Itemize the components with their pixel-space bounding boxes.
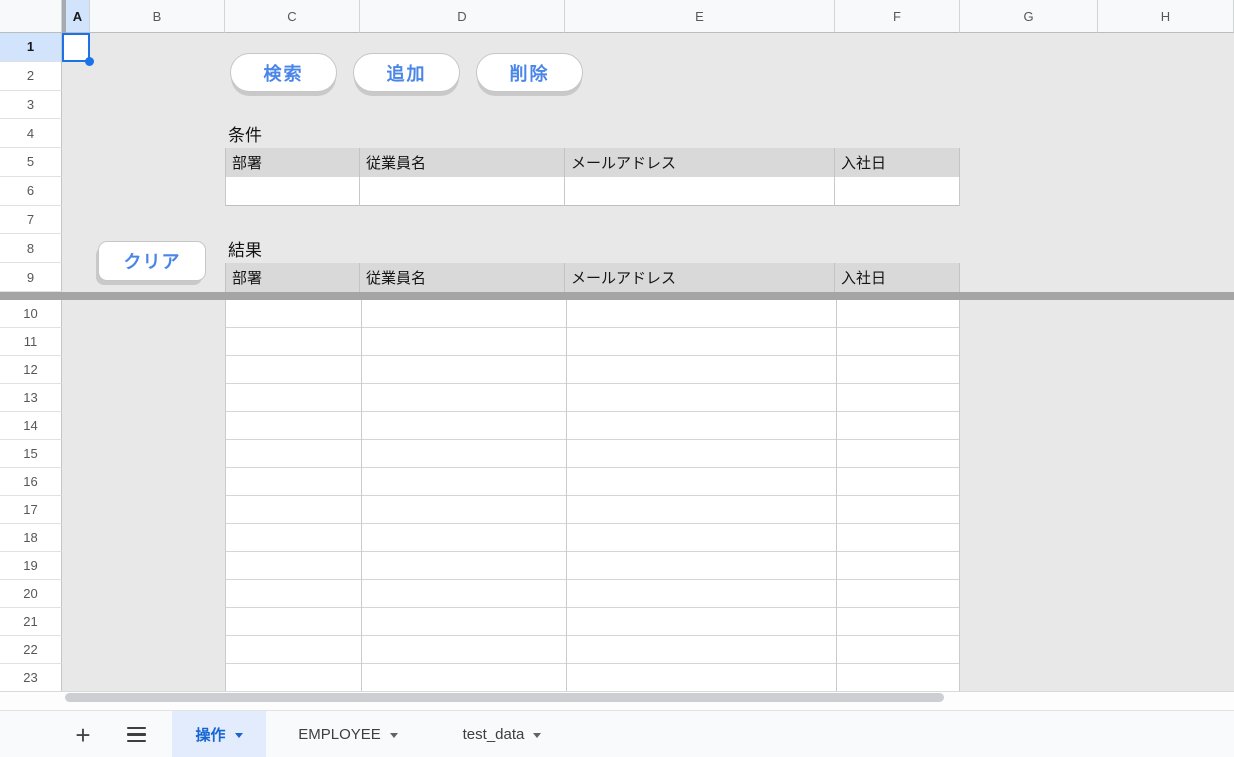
row-header-20[interactable]: 20 bbox=[0, 579, 62, 608]
chevron-down-icon bbox=[389, 733, 398, 738]
row-header-9[interactable]: 9 bbox=[0, 263, 62, 292]
sheet-tab-label: EMPLOYEE bbox=[298, 726, 381, 743]
row-header-22[interactable]: 22 bbox=[0, 635, 62, 664]
result-grid-row[interactable] bbox=[226, 607, 959, 636]
row-header-15[interactable]: 15 bbox=[0, 439, 62, 468]
row-header-21[interactable]: 21 bbox=[0, 607, 62, 636]
result-header-email-address[interactable]: メールアドレス bbox=[565, 263, 835, 292]
result-grid-row[interactable] bbox=[226, 523, 959, 552]
result-grid-row[interactable] bbox=[226, 635, 959, 664]
chevron-down-icon bbox=[234, 733, 243, 738]
plus-icon: + bbox=[75, 719, 91, 750]
add-sheet-button[interactable]: + bbox=[68, 711, 98, 757]
column-header-c[interactable]: C bbox=[225, 0, 360, 33]
result-grid-row[interactable] bbox=[226, 355, 959, 384]
sheet-tab-label: test_data bbox=[462, 726, 525, 743]
row-header-13[interactable]: 13 bbox=[0, 383, 62, 412]
horizontal-scrollbar-thumb[interactable] bbox=[65, 693, 944, 702]
column-header-g[interactable]: G bbox=[960, 0, 1098, 33]
search-button[interactable]: 検索 bbox=[230, 53, 337, 92]
sheet-tab-operation[interactable]: 操作 bbox=[172, 711, 266, 757]
row-header-23[interactable]: 23 bbox=[0, 663, 62, 692]
condition-input-email-address[interactable] bbox=[565, 177, 835, 206]
header-grip-divider bbox=[62, 0, 66, 33]
result-header-employee-name[interactable]: 従業員名 bbox=[360, 263, 565, 292]
clear-button[interactable]: クリア bbox=[98, 241, 206, 281]
result-grid-row[interactable] bbox=[226, 439, 959, 468]
result-header-department[interactable]: 部署 bbox=[225, 263, 360, 292]
column-header-e[interactable]: E bbox=[565, 0, 835, 33]
result-grid-row[interactable] bbox=[226, 327, 959, 356]
result-section-label: 結果 bbox=[228, 241, 262, 260]
add-button[interactable]: 追加 bbox=[353, 53, 460, 92]
result-grid-column-line bbox=[566, 299, 567, 691]
row-header-4[interactable]: 4 bbox=[0, 119, 62, 149]
condition-input-employee-name[interactable] bbox=[360, 177, 565, 206]
result-grid-row[interactable] bbox=[226, 467, 959, 496]
hamburger-icon bbox=[126, 726, 146, 743]
row-header-18[interactable]: 18 bbox=[0, 523, 62, 552]
result-grid-row[interactable] bbox=[226, 383, 959, 412]
result-grid-row[interactable] bbox=[226, 663, 959, 691]
delete-button[interactable]: 削除 bbox=[476, 53, 583, 92]
row-header-17[interactable]: 17 bbox=[0, 495, 62, 524]
column-header-f[interactable]: F bbox=[835, 0, 960, 33]
condition-header-hire-date[interactable]: 入社日 bbox=[835, 148, 960, 177]
condition-header-employee-name[interactable]: 従業員名 bbox=[360, 148, 565, 177]
row-header-3[interactable]: 3 bbox=[0, 90, 62, 120]
chevron-down-icon bbox=[533, 733, 542, 738]
sheet-tab-label: 操作 bbox=[195, 727, 226, 744]
result-grid-column-line bbox=[361, 299, 362, 691]
row-header-1[interactable]: 1 bbox=[0, 33, 62, 62]
result-grid-row[interactable] bbox=[226, 495, 959, 524]
row-header-2[interactable]: 2 bbox=[0, 61, 62, 91]
result-grid-row[interactable] bbox=[226, 411, 959, 440]
condition-section-label: 条件 bbox=[228, 126, 262, 145]
sheet-tab-bar: + 操作 EMPLOYEE test_data bbox=[0, 710, 1234, 757]
row-header-10[interactable]: 10 bbox=[0, 299, 62, 328]
result-grid-column-line bbox=[836, 299, 837, 691]
spreadsheet-app: ABCDEFGH 1 2 3 4 5 6 7 8 9 10 11 12 13 14 15 16 17 18 19 20… bbox=[0, 0, 1234, 757]
row-header-6[interactable]: 6 bbox=[0, 176, 62, 206]
condition-input-hire-date[interactable] bbox=[835, 177, 960, 206]
row-header-12[interactable]: 12 bbox=[0, 355, 62, 384]
freeze-row-divider[interactable] bbox=[0, 292, 1234, 300]
row-header-8[interactable]: 8 bbox=[0, 234, 62, 264]
result-grid-row[interactable] bbox=[226, 579, 959, 608]
column-header-a[interactable]: A bbox=[66, 0, 90, 33]
column-header-d[interactable]: D bbox=[360, 0, 565, 33]
result-header-hire-date[interactable]: 入社日 bbox=[835, 263, 960, 292]
row-header-5[interactable]: 5 bbox=[0, 148, 62, 177]
row-header-7[interactable]: 7 bbox=[0, 205, 62, 235]
row-header-16[interactable]: 16 bbox=[0, 467, 62, 496]
column-header-b[interactable]: B bbox=[90, 0, 225, 33]
condition-header-department[interactable]: 部署 bbox=[225, 148, 360, 177]
column-header-h[interactable]: H bbox=[1098, 0, 1234, 33]
select-all-corner[interactable] bbox=[0, 0, 62, 33]
result-grid-row[interactable] bbox=[226, 299, 959, 328]
sheet-tab-employee[interactable]: EMPLOYEE bbox=[266, 711, 430, 757]
condition-header-email-address[interactable]: メールアドレス bbox=[565, 148, 835, 177]
condition-input-department[interactable] bbox=[225, 177, 360, 206]
result-table-body[interactable] bbox=[225, 299, 960, 691]
sheet-tab-test-data[interactable]: test_data bbox=[430, 711, 574, 757]
fill-handle[interactable] bbox=[85, 57, 94, 66]
row-header-11[interactable]: 11 bbox=[0, 327, 62, 356]
all-sheets-button[interactable] bbox=[122, 711, 150, 757]
row-header-14[interactable]: 14 bbox=[0, 411, 62, 440]
row-header-19[interactable]: 19 bbox=[0, 551, 62, 580]
result-grid-row[interactable] bbox=[226, 551, 959, 580]
